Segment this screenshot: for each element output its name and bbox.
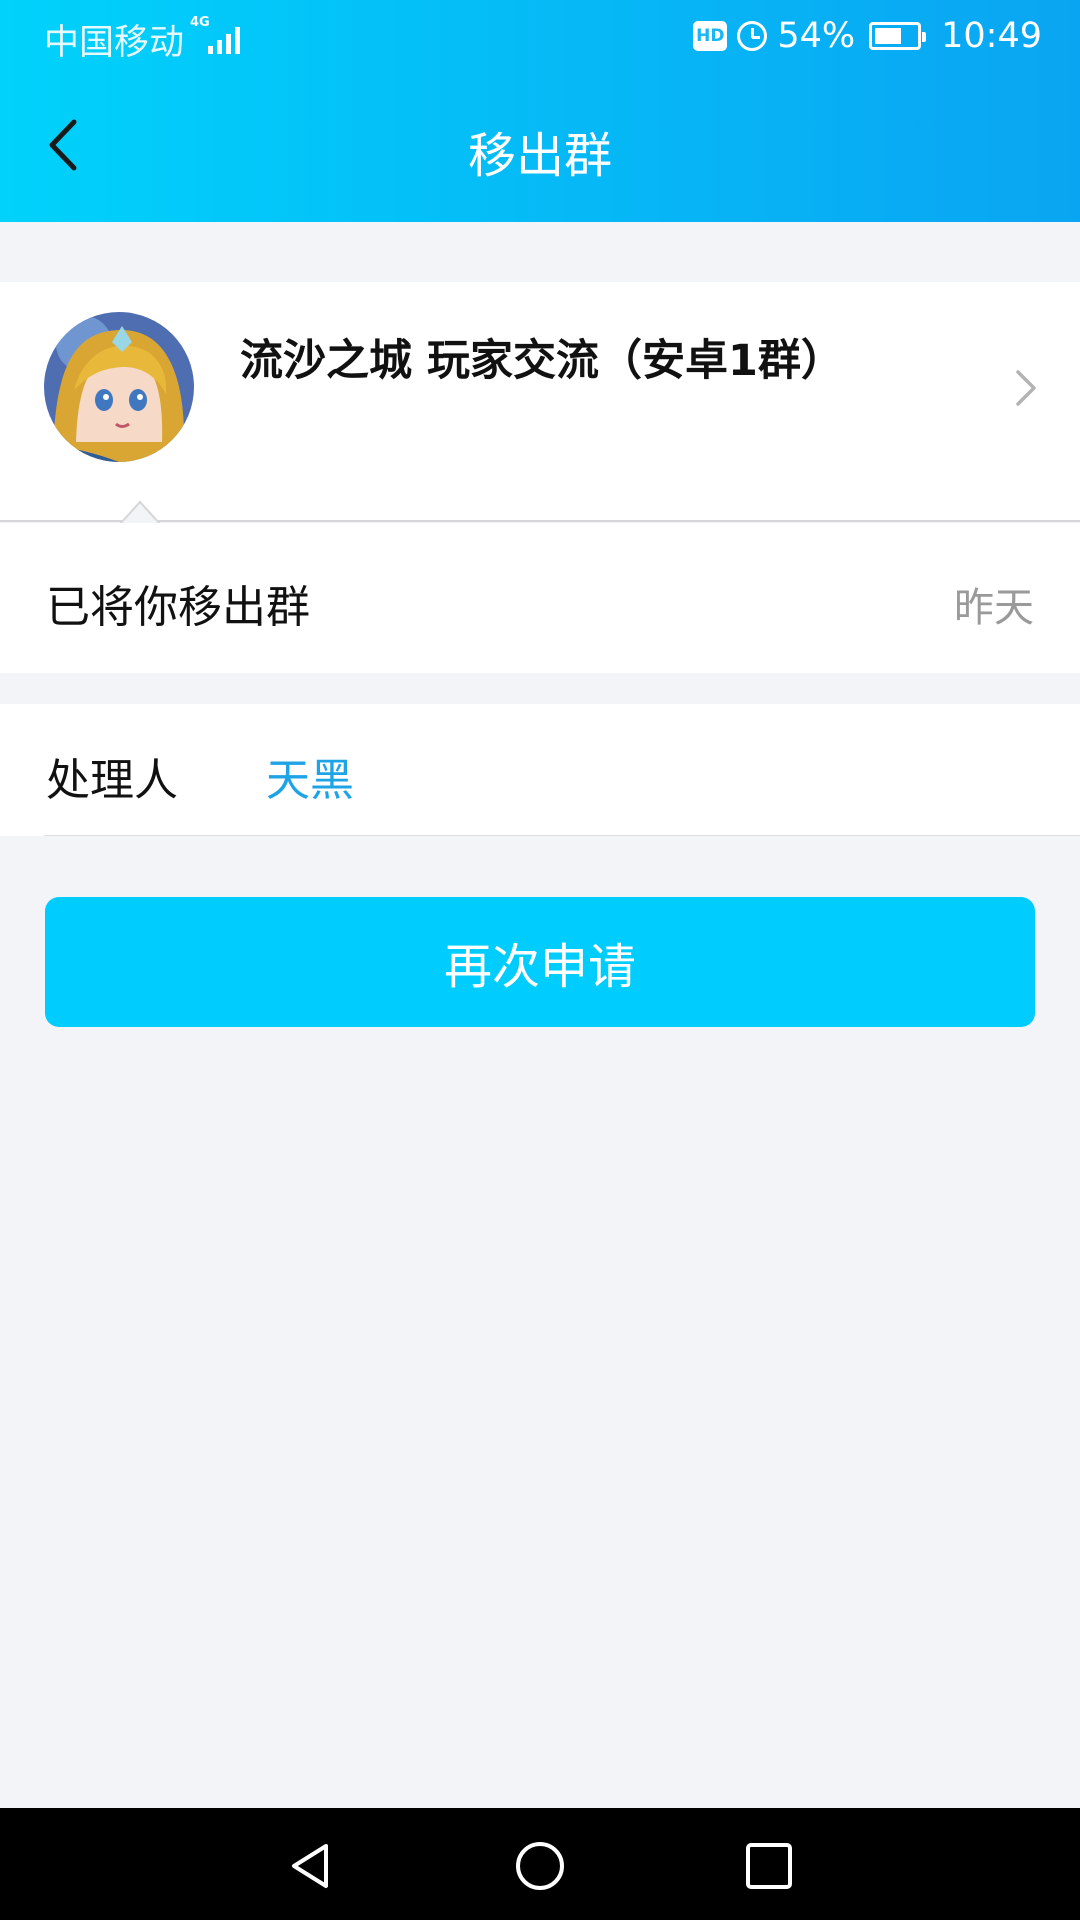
handler-row: 处理人 天黑 bbox=[0, 704, 1080, 836]
page-title: 移出群 bbox=[467, 128, 612, 184]
clock: 10:49 bbox=[941, 16, 1042, 56]
notice-time: 昨天 bbox=[954, 585, 1034, 631]
notice-text: 已将你移出群 bbox=[46, 582, 310, 633]
recents-square-icon[interactable] bbox=[744, 1840, 794, 1892]
top-app-bar: 中国移动 4G HD 54% 10:49 移出群 bbox=[0, 0, 1080, 222]
carrier-name: 中国移动 bbox=[44, 23, 185, 63]
group-name: 流沙之城 玩家交流（安卓1群） bbox=[240, 336, 844, 386]
network-type: 4G bbox=[190, 15, 210, 30]
handler-name-link[interactable]: 天黑 bbox=[266, 744, 354, 808]
reapply-button[interactable]: 再次申请 bbox=[45, 897, 1035, 1027]
pointer-notch bbox=[120, 500, 160, 524]
hd-icon: HD bbox=[693, 21, 728, 51]
divider bbox=[44, 835, 1080, 836]
signal-icon: 4G bbox=[190, 16, 246, 56]
group-card[interactable]: 流沙之城 玩家交流（安卓1群） bbox=[0, 282, 1080, 524]
back-triangle-icon[interactable] bbox=[284, 1840, 336, 1892]
removal-notice: 已将你移出群 昨天 bbox=[0, 523, 1080, 673]
status-indicators: HD 54% 10:49 bbox=[693, 14, 1042, 58]
alarm-icon bbox=[737, 21, 768, 51]
battery-percent: 54% bbox=[777, 16, 856, 56]
battery-icon bbox=[869, 22, 927, 50]
system-nav-bar bbox=[0, 1808, 1080, 1920]
home-circle-icon[interactable] bbox=[513, 1840, 567, 1892]
chevron-right-icon bbox=[1016, 370, 1036, 406]
handler-label: 处理人 bbox=[46, 755, 178, 806]
status-bar: 中国移动 4G HD 54% 10:49 bbox=[0, 0, 1080, 74]
group-avatar bbox=[44, 312, 194, 462]
